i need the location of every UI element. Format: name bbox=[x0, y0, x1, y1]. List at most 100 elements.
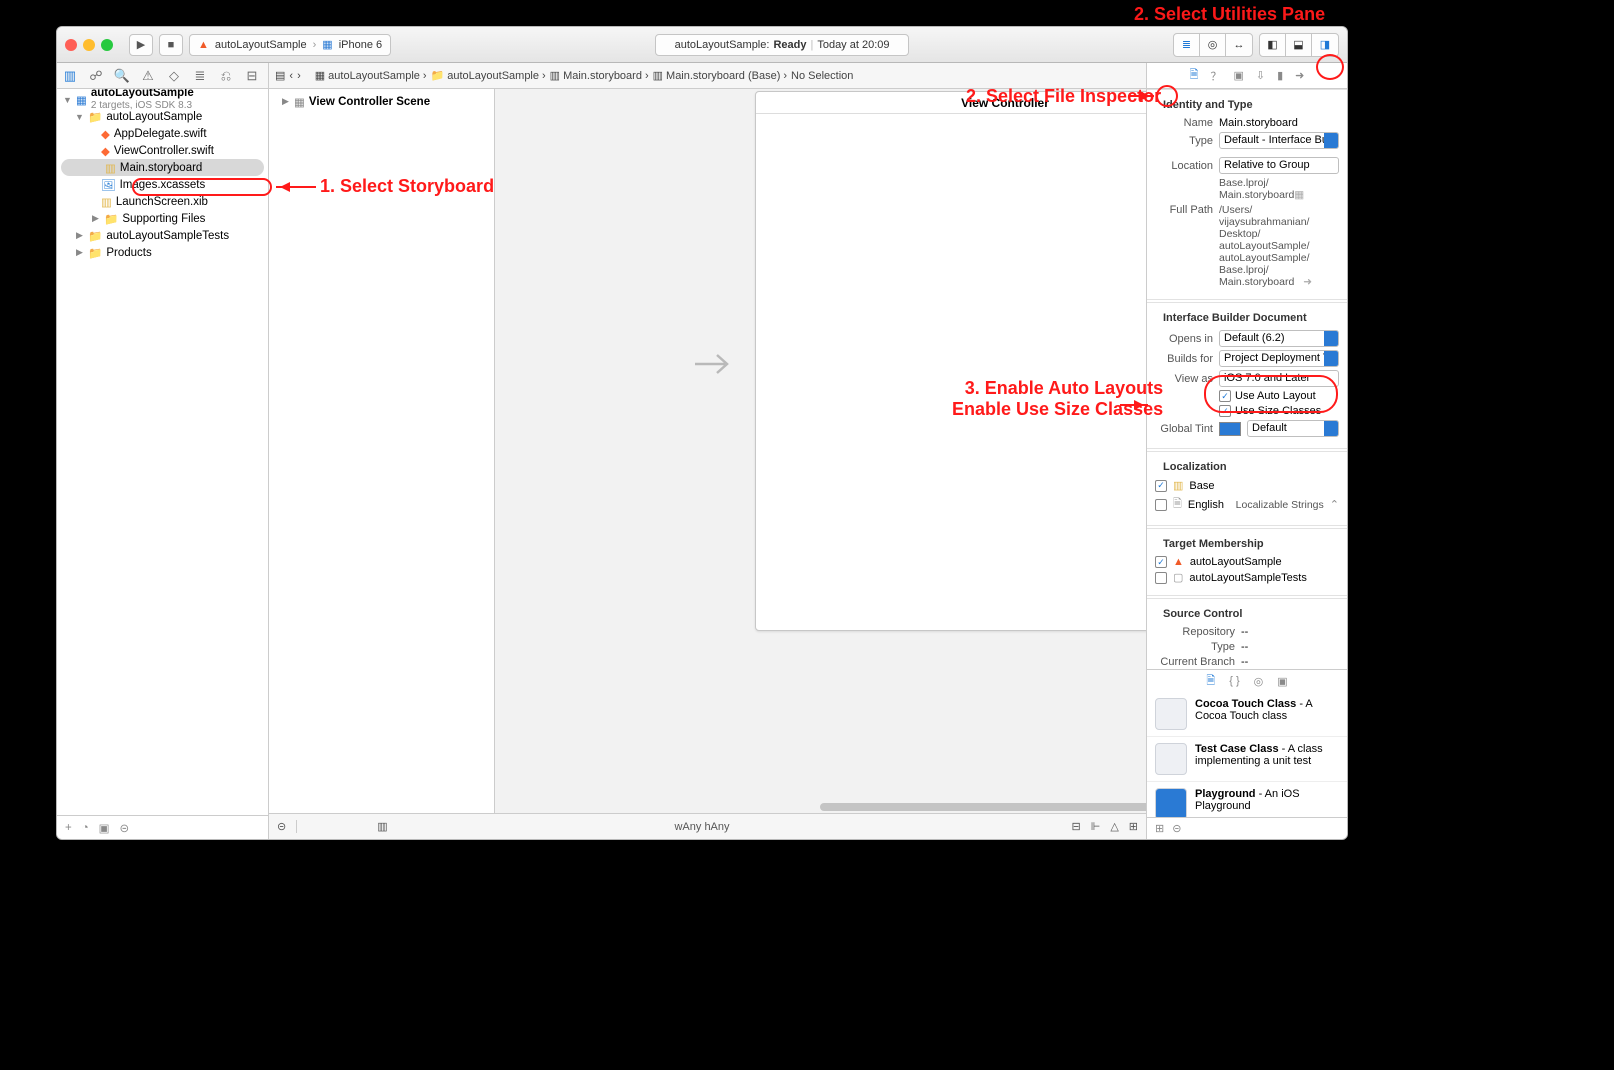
standard-editor-icon[interactable]: ≣ bbox=[1174, 34, 1200, 56]
editor-mode-seg[interactable]: ≣ ◎ ↔ bbox=[1173, 33, 1253, 57]
annotation-arrow-3 bbox=[1120, 404, 1148, 406]
reveal-icon[interactable]: ➜ bbox=[1303, 276, 1312, 288]
target-main-checkbox[interactable] bbox=[1155, 556, 1167, 568]
filter-icon[interactable]: ⊝ bbox=[277, 820, 286, 833]
pin-icon[interactable]: ⊩ bbox=[1091, 820, 1101, 833]
list-item[interactable]: Cocoa Touch Class - A Cocoa Touch class bbox=[1147, 692, 1347, 737]
crumb-group[interactable]: 📁 autoLayoutSample › bbox=[431, 69, 546, 82]
quick-help-icon[interactable]: ？ bbox=[1210, 68, 1221, 84]
back-icon[interactable]: ‹ bbox=[289, 70, 293, 82]
buildsfor-select[interactable]: Project Deployment T… bbox=[1219, 350, 1339, 367]
media-library-icon[interactable]: ▣ bbox=[1277, 675, 1287, 688]
library-tabs: 🗎 { } ◎ ▣ bbox=[1147, 670, 1347, 692]
label: Global Tint bbox=[1155, 423, 1213, 435]
annotation-oval-fileinspector bbox=[1156, 85, 1178, 107]
loc-base-checkbox[interactable] bbox=[1155, 480, 1167, 492]
location-select[interactable]: Relative to Group bbox=[1219, 157, 1339, 174]
file-label: AppDelegate.swift bbox=[114, 128, 207, 140]
scheme-selector[interactable]: ▲ autoLayoutSample › ▦ iPhone 6 bbox=[189, 34, 391, 56]
ib-canvas[interactable]: View Controller bbox=[495, 89, 1146, 813]
resolve-icon[interactable]: △ bbox=[1110, 820, 1118, 833]
filter-scm-icon[interactable]: ▣ bbox=[99, 821, 110, 835]
tree-file-storyboard[interactable]: ▥Main.storyboard bbox=[61, 159, 264, 176]
outline-toggle-icon[interactable]: ▥ bbox=[296, 820, 387, 833]
canvas-footer: ⊝ ▥ wAny hAny ⊟ ⊩ △ ⊞ bbox=[269, 813, 1146, 839]
h-scrollbar[interactable] bbox=[765, 803, 1076, 813]
list-item[interactable]: Playground - An iOS Playground bbox=[1147, 782, 1347, 817]
crumb-base[interactable]: ▥ Main.storyboard (Base) › bbox=[653, 69, 787, 82]
folder-icon[interactable]: ▦ bbox=[1294, 189, 1304, 201]
breakpoint-navigator-icon[interactable]: ⎌ bbox=[213, 63, 239, 88]
filter-icon[interactable]: ⊝ bbox=[120, 821, 130, 835]
section-target: Target Membership bbox=[1155, 533, 1339, 553]
crumb-project[interactable]: ▦ autoLayoutSample › bbox=[315, 69, 427, 82]
grid-icon[interactable]: ⊞ bbox=[1155, 822, 1164, 835]
navigator-footer: + ◔ ▣ ⊝ bbox=[57, 815, 268, 839]
tree-group-products[interactable]: ▶📁Products bbox=[57, 244, 268, 261]
tint-select[interactable]: Default bbox=[1247, 420, 1339, 437]
toggle-navigator-icon[interactable]: ◧ bbox=[1260, 34, 1286, 56]
report-navigator-icon[interactable]: ⊟ bbox=[239, 63, 265, 88]
target-tests-checkbox[interactable] bbox=[1155, 572, 1167, 584]
minimize-icon[interactable] bbox=[83, 39, 95, 51]
group-label: autoLayoutSampleTests bbox=[106, 230, 229, 242]
filter-icon[interactable]: ⊝ bbox=[1172, 822, 1181, 835]
section-source: Source Control bbox=[1155, 603, 1339, 623]
group-label: Products bbox=[106, 247, 151, 259]
loc-en-checkbox[interactable] bbox=[1155, 499, 1167, 511]
scene-view-controller[interactable]: View Controller bbox=[755, 91, 1146, 631]
align-icon[interactable]: ⊟ bbox=[1072, 820, 1081, 833]
loc-en-kind[interactable]: Localizable Strings bbox=[1230, 499, 1324, 511]
debug-navigator-icon[interactable]: ≣ bbox=[187, 63, 213, 88]
type-select[interactable]: Default - Interface Bui… bbox=[1219, 132, 1339, 149]
forward-icon[interactable]: › bbox=[297, 70, 301, 82]
assistant-editor-icon[interactable]: ◎ bbox=[1200, 34, 1226, 56]
connections-inspector-icon[interactable]: ➜ bbox=[1295, 69, 1304, 82]
size-class-control[interactable]: wAny hAny bbox=[674, 821, 729, 833]
related-items-icon[interactable]: ▤ bbox=[275, 69, 285, 82]
tree-file-appdelegate[interactable]: ◆AppDelegate.swift bbox=[57, 125, 268, 142]
list-item[interactable]: Test Case Class - A class implementing a… bbox=[1147, 737, 1347, 782]
file-template-icon[interactable]: 🗎 bbox=[1206, 672, 1215, 691]
toggle-debug-icon[interactable]: ⬓ bbox=[1286, 34, 1312, 56]
tree-project[interactable]: ▼▦ autoLayoutSample 2 targets, iOS SDK 8… bbox=[57, 91, 268, 108]
close-icon[interactable] bbox=[65, 39, 77, 51]
stop-button[interactable]: ■ bbox=[159, 34, 183, 56]
version-editor-icon[interactable]: ↔ bbox=[1226, 34, 1252, 56]
label: Builds for bbox=[1155, 353, 1213, 365]
crumb-label: No Selection bbox=[791, 70, 853, 82]
add-icon[interactable]: + bbox=[65, 822, 72, 834]
label: Name bbox=[1155, 117, 1213, 129]
item-name: Test Case Class bbox=[1195, 743, 1279, 755]
library-footer: ⊞ ⊝ bbox=[1147, 817, 1347, 839]
tree-group-app[interactable]: ▼📁autoLayoutSample bbox=[57, 108, 268, 125]
status-sep: | bbox=[810, 39, 813, 51]
attributes-inspector-icon[interactable]: ⇩ bbox=[1256, 69, 1265, 82]
crumb-selection[interactable]: No Selection bbox=[791, 70, 853, 82]
tree-group-supporting[interactable]: ▶📁Supporting Files bbox=[57, 210, 268, 227]
code-snippet-icon[interactable]: { } bbox=[1229, 675, 1239, 687]
filter-recent-icon[interactable]: ◔ bbox=[82, 822, 89, 834]
tint-swatch[interactable] bbox=[1219, 422, 1241, 436]
opensin-select[interactable]: Default (6.2) bbox=[1219, 330, 1339, 347]
run-button[interactable]: ▶ bbox=[129, 34, 153, 56]
symbol-navigator-icon[interactable]: ☍ bbox=[83, 63, 109, 88]
object-library-icon[interactable]: ◎ bbox=[1254, 675, 1264, 688]
search-navigator-icon[interactable]: 🔍 bbox=[109, 63, 135, 88]
crumb-file[interactable]: ▥ Main.storyboard › bbox=[550, 69, 649, 82]
test-navigator-icon[interactable]: ◇ bbox=[161, 63, 187, 88]
tree-group-tests[interactable]: ▶📁autoLayoutSampleTests bbox=[57, 227, 268, 244]
panes-seg[interactable]: ◧ ⬓ ◨ bbox=[1259, 33, 1339, 57]
file-inspector-icon[interactable]: 🗎 bbox=[1190, 66, 1199, 85]
initial-vc-arrow-icon bbox=[695, 349, 735, 379]
resizing-icon[interactable]: ⊞ bbox=[1129, 820, 1138, 833]
toggle-utilities-icon[interactable]: ◨ bbox=[1312, 34, 1338, 56]
project-navigator-icon[interactable]: ▥ bbox=[57, 63, 83, 88]
issue-navigator-icon[interactable]: ⚠ bbox=[135, 63, 161, 88]
project-tree: ▼▦ autoLayoutSample 2 targets, iOS SDK 8… bbox=[57, 89, 268, 815]
zoom-icon[interactable] bbox=[101, 39, 113, 51]
outline-scene[interactable]: ▶▦ View Controller Scene bbox=[275, 93, 488, 110]
size-inspector-icon[interactable]: ▮ bbox=[1277, 69, 1283, 82]
identity-inspector-icon[interactable]: ▣ bbox=[1233, 69, 1243, 82]
tree-file-viewcontroller[interactable]: ◆ViewController.swift bbox=[57, 142, 268, 159]
